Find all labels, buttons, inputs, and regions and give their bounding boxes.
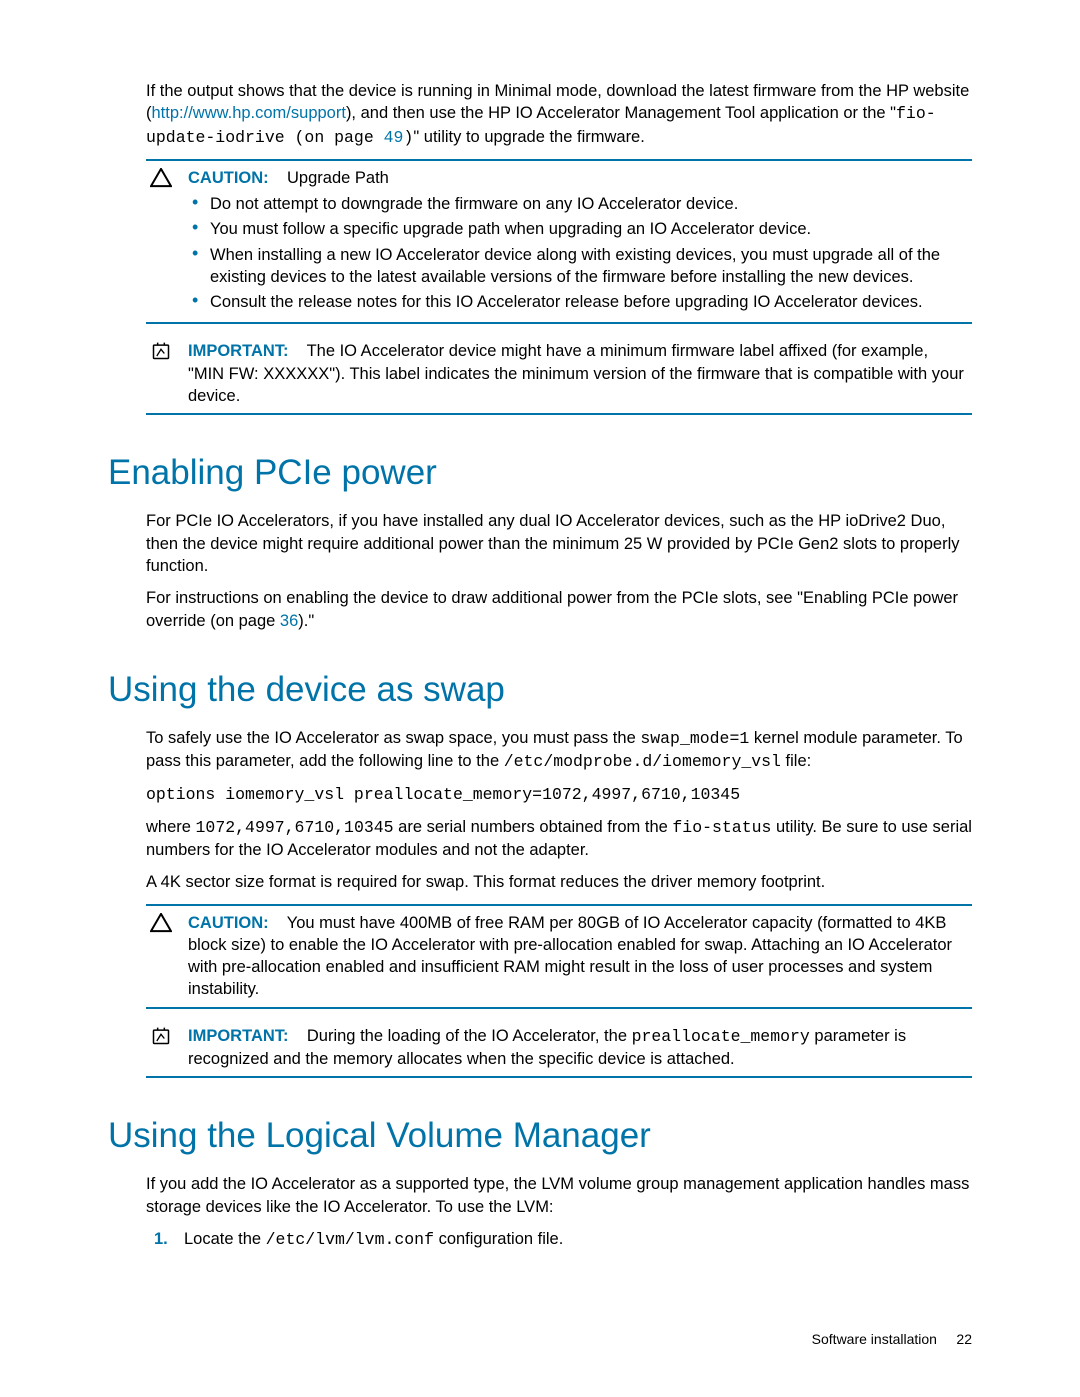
caution-block: CAUTION: You must have 400MB of free RAM…: [146, 904, 972, 1009]
page-footer: Software installation 22: [812, 1330, 972, 1349]
caution-text: You must have 400MB of free RAM per 80GB…: [188, 914, 952, 999]
numbered-list: 1. Locate the /etc/lvm/lvm.conf configur…: [146, 1228, 972, 1251]
text: Locate the: [184, 1230, 266, 1248]
code-text: 1072,4997,6710,10345: [196, 818, 394, 837]
page-ref-link[interactable]: 49: [384, 128, 404, 147]
paragraph: For PCIe IO Accelerators, if you have in…: [146, 510, 972, 577]
footer-page-number: 22: [956, 1331, 972, 1347]
caution-block: CAUTION: Upgrade Path Do not attempt to …: [146, 159, 972, 325]
paragraph: where 1072,4997,6710,10345 are serial nu…: [146, 816, 972, 862]
text: ).": [298, 612, 314, 630]
code-text: swap_mode=1: [640, 729, 749, 748]
caution-title: CAUTION: Upgrade Path: [188, 167, 966, 189]
text: where: [146, 818, 196, 836]
important-block: IMPORTANT: During the loading of the IO …: [146, 1019, 972, 1079]
paragraph: For instructions on enabling the device …: [146, 587, 972, 632]
list-item: Consult the release notes for this IO Ac…: [210, 291, 966, 313]
step-number: 1.: [154, 1228, 168, 1250]
important-icon: [146, 340, 172, 407]
hp-support-link[interactable]: http://www.hp.com/support: [152, 104, 346, 122]
caution-label: CAUTION:: [188, 914, 269, 932]
caution-list: Do not attempt to downgrade the firmware…: [188, 193, 966, 313]
text: To safely use the IO Accelerator as swap…: [146, 729, 640, 747]
list-item: Do not attempt to downgrade the firmware…: [210, 193, 966, 215]
caution-icon: [146, 167, 172, 317]
code-text: preallocate_memory: [632, 1027, 810, 1046]
paragraph: To safely use the IO Accelerator as swap…: [146, 727, 972, 774]
code-text: /etc/lvm/lvm.conf: [266, 1230, 434, 1249]
caution-label: CAUTION:: [188, 169, 269, 187]
code-text: fio-status: [672, 818, 771, 837]
text: " utility to upgrade the firmware.: [413, 128, 644, 146]
important-text: The IO Accelerator device might have a m…: [188, 342, 964, 405]
caution-title-text: Upgrade Path: [287, 169, 389, 187]
paragraph: If you add the IO Accelerator as a suppo…: [146, 1173, 972, 1218]
important-block: IMPORTANT: The IO Accelerator device mig…: [146, 334, 972, 415]
important-icon: [146, 1025, 172, 1071]
text: are serial numbers obtained from the: [394, 818, 673, 836]
text: During the loading of the IO Accelerator…: [307, 1027, 632, 1045]
list-item: When installing a new IO Accelerator dev…: [210, 244, 966, 289]
list-item: You must follow a specific upgrade path …: [210, 218, 966, 240]
code-text: ): [403, 128, 413, 147]
list-item: 1. Locate the /etc/lvm/lvm.conf configur…: [184, 1228, 972, 1251]
heading-lvm: Using the Logical Volume Manager: [108, 1112, 972, 1159]
important-label: IMPORTANT:: [188, 342, 289, 360]
code-block: options iomemory_vsl preallocate_memory=…: [146, 784, 972, 806]
text: For instructions on enabling the device …: [146, 589, 958, 629]
intro-paragraph: If the output shows that the device is r…: [146, 80, 972, 149]
text: ), and then use the HP IO Accelerator Ma…: [346, 104, 896, 122]
caution-icon: [146, 912, 172, 1001]
important-label: IMPORTANT:: [188, 1027, 289, 1045]
footer-label: Software installation: [812, 1331, 937, 1347]
heading-device-swap: Using the device as swap: [108, 666, 972, 713]
code-text: /etc/modprobe.d/iomemory_vsl: [504, 752, 781, 771]
heading-pcie-power: Enabling PCIe power: [108, 449, 972, 496]
paragraph: A 4K sector size format is required for …: [146, 871, 972, 893]
text: file:: [781, 752, 811, 770]
text: configuration file.: [434, 1230, 563, 1248]
page-ref-link[interactable]: 36: [280, 612, 298, 630]
